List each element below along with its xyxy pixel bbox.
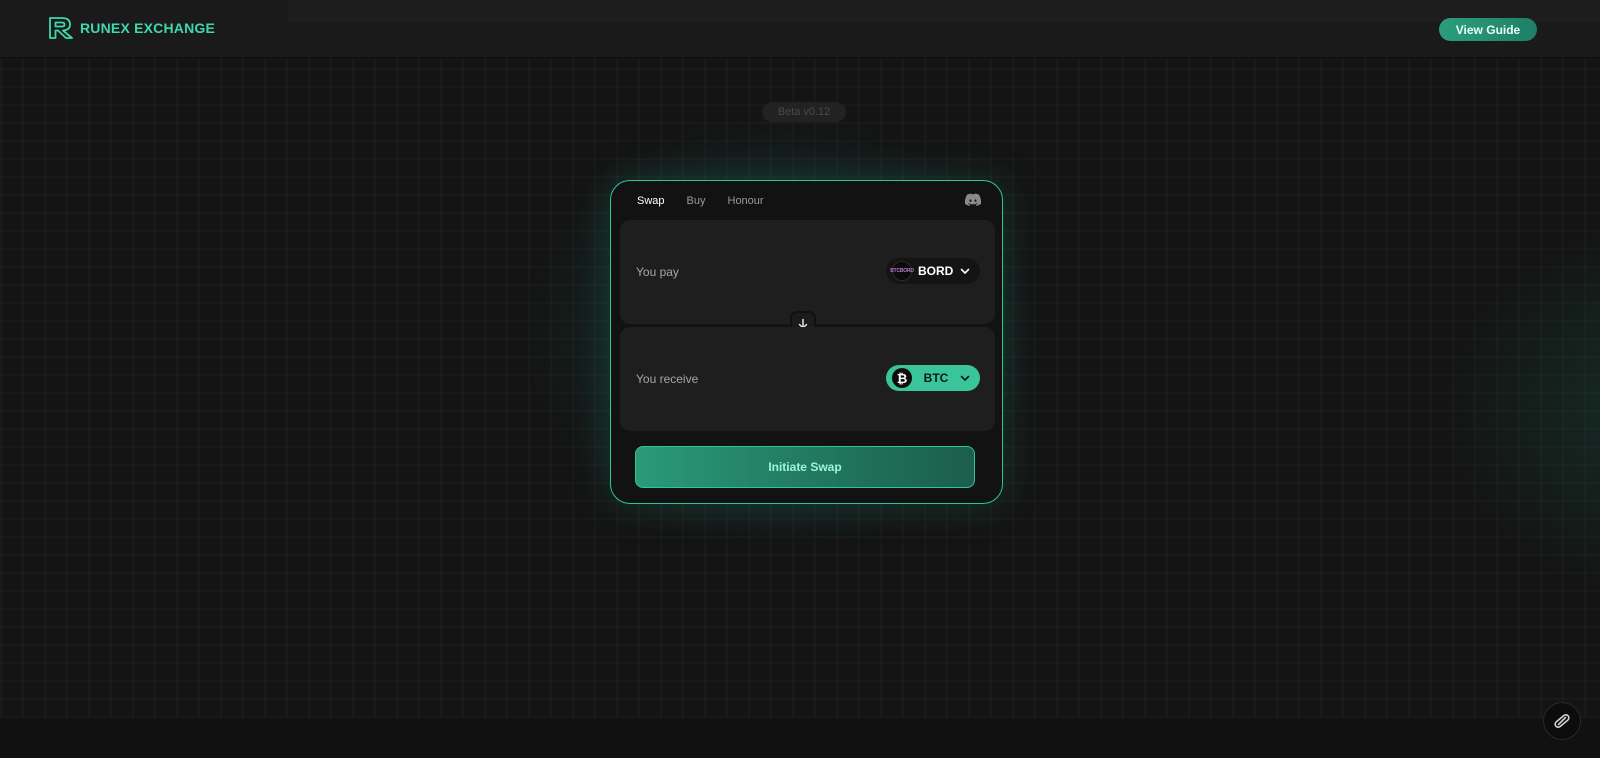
receive-panel: You receive ₿ BTC	[620, 327, 995, 431]
receive-token-name: BTC	[923, 371, 949, 385]
bord-token-icon: BTCBORD	[890, 261, 914, 281]
header-strip	[288, 0, 1600, 22]
runex-logo-icon	[49, 17, 73, 39]
chevron-down-icon	[960, 268, 970, 274]
beta-badge: Beta v0.12	[762, 102, 846, 122]
pay-panel: You pay BTCBORD BORD	[620, 220, 995, 324]
footer-bar	[0, 718, 1600, 758]
view-guide-button[interactable]: View Guide	[1439, 18, 1537, 41]
page: RUNEX EXCHANGE View Guide Beta v0.12 Swa…	[0, 0, 1600, 758]
floating-action-button[interactable]	[1543, 702, 1581, 740]
tab-buy[interactable]: Buy	[687, 195, 706, 207]
discord-icon[interactable]	[964, 193, 982, 207]
initiate-swap-button[interactable]: Initiate Swap	[635, 446, 975, 488]
receive-token-select[interactable]: ₿ BTC	[886, 365, 980, 391]
brand-logo[interactable]: RUNEX EXCHANGE	[48, 16, 215, 40]
header: RUNEX EXCHANGE View Guide	[0, 0, 1600, 58]
bitcoin-icon: ₿	[892, 368, 912, 388]
brand-name: RUNEX EXCHANGE	[80, 20, 216, 36]
pay-token-select[interactable]: BTCBORD BORD	[886, 258, 980, 284]
link-icon	[1554, 713, 1570, 729]
pay-label: You pay	[636, 265, 679, 279]
pay-token-name: BORD	[918, 264, 954, 278]
swap-card: Swap Buy Honour You pay BTCBORD BORD You…	[610, 180, 1003, 504]
tab-bar: Swap Buy Honour	[637, 195, 764, 207]
tab-honour[interactable]: Honour	[728, 195, 764, 207]
receive-label: You receive	[636, 372, 699, 386]
chevron-down-icon	[960, 375, 970, 381]
tab-swap[interactable]: Swap	[637, 195, 665, 207]
